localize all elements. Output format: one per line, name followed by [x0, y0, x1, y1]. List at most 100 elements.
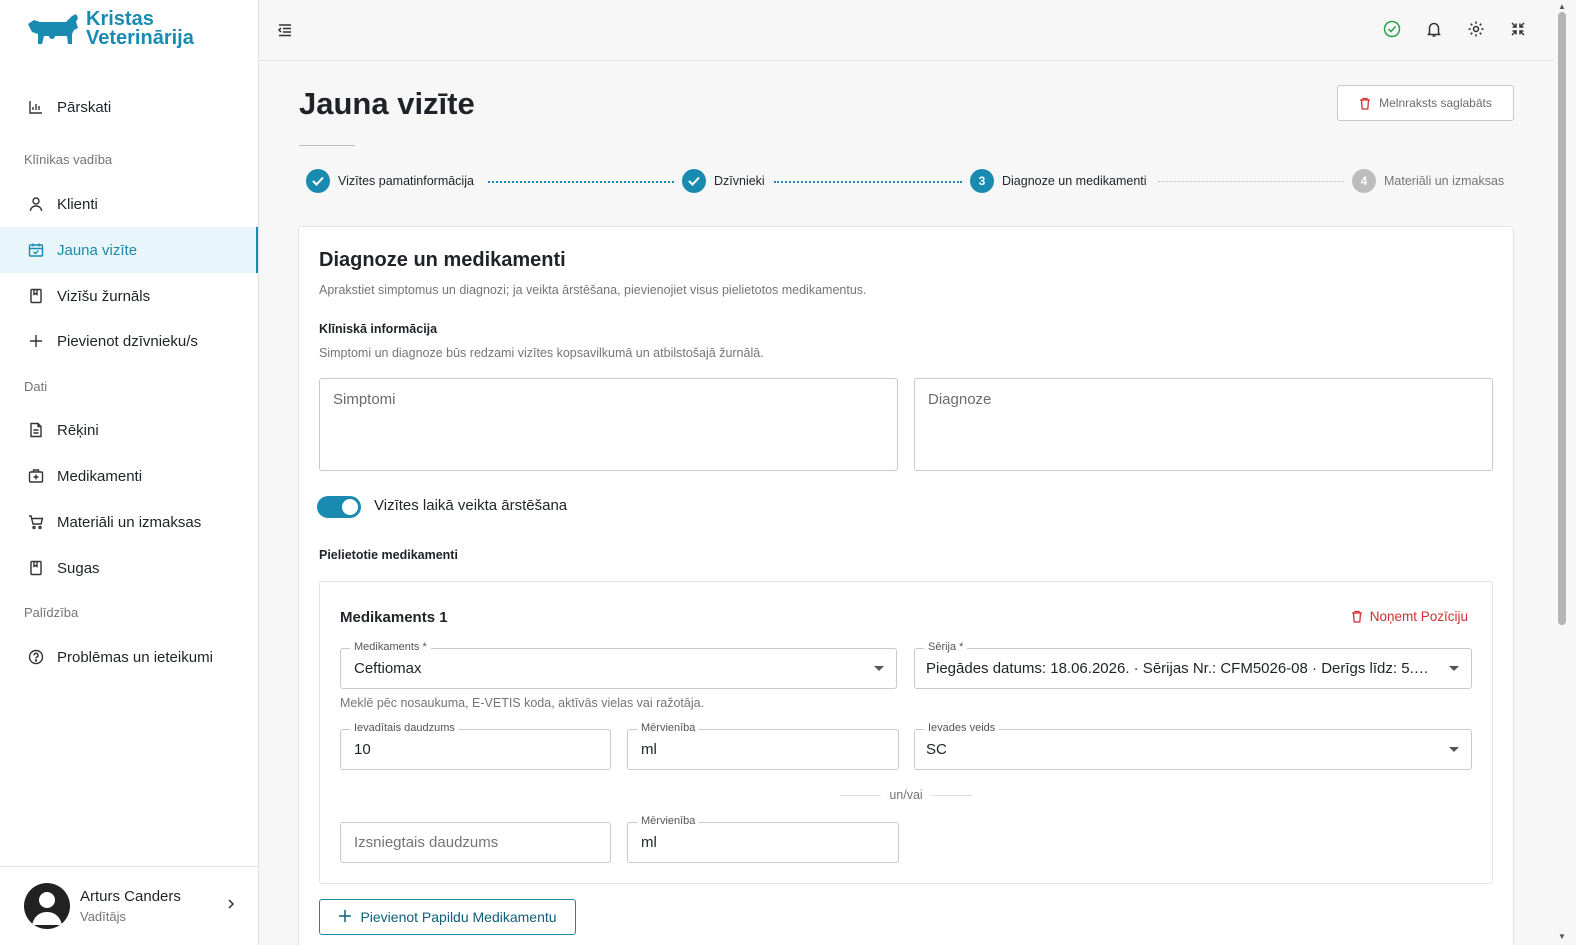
diagnosis-textarea[interactable]: Diagnoze: [914, 378, 1493, 471]
fullscreen-exit-icon[interactable]: [1508, 19, 1528, 39]
remove-medication-label: Noņemt Pozīciju: [1369, 609, 1468, 624]
trash-icon: [1359, 97, 1371, 110]
plus-icon: [338, 908, 352, 926]
dropdown-arrow-icon: [1449, 666, 1459, 671]
medication-select[interactable]: Medikaments * Ceftiomax: [340, 641, 897, 689]
clinical-info-title: Klīniskā informācija: [319, 322, 438, 336]
card-subtitle: Aprakstiet simptomus un diagnozi; ja vei…: [319, 283, 867, 297]
field-value: SC: [926, 741, 947, 758]
page-title: Jauna vizīte: [299, 86, 475, 121]
sidebar-item-clients[interactable]: Klienti: [0, 181, 258, 227]
avatar: [24, 883, 70, 929]
field-label: Mērvienība: [637, 722, 700, 734]
brand-logo[interactable]: Kristas Veterinārija: [26, 9, 194, 48]
check-icon: [682, 169, 706, 193]
sidebar-item-medications[interactable]: Medikamenti: [0, 453, 258, 499]
medication-helper-text: Meklē pēc nosaukuma, E-VETIS koda, aktīv…: [340, 696, 705, 710]
series-select[interactable]: Sērija * Piegādes datums: 18.06.2026. · …: [914, 641, 1472, 689]
scrollbar-thumb[interactable]: [1558, 12, 1566, 625]
step-1[interactable]: Vizītes pamatinformācija: [306, 169, 474, 193]
step-2[interactable]: Dzīvnieki: [682, 169, 765, 193]
unit-input-2[interactable]: Mērvienība ml: [627, 815, 899, 863]
field-value: Ceftiomax: [354, 660, 422, 677]
sidebar-item-label: Materiāli un izmaksas: [57, 513, 202, 531]
dispensed-quantity-input[interactable]: Izsniegtais daudzums: [340, 822, 611, 863]
field-label: Sērija *: [924, 641, 968, 653]
nav-section-data: Dati: [24, 379, 48, 394]
sidebar-item-add-animal[interactable]: Pievienot dzīvnieku/s: [0, 318, 258, 364]
treatment-toggle[interactable]: [317, 496, 361, 518]
step-number: 3: [970, 169, 994, 193]
main-content: Jauna vizīte Melnraksts saglabāts Vizīte…: [259, 61, 1554, 945]
collapse-menu-icon[interactable]: [276, 21, 294, 44]
dropdown-arrow-icon: [874, 666, 884, 671]
sidebar-item-materials[interactable]: Materiāli un izmaksas: [0, 499, 258, 545]
field-value: ml: [641, 834, 657, 851]
gear-icon[interactable]: [1466, 19, 1486, 39]
medication-title: Medikaments 1: [340, 609, 448, 626]
or-separator: un/vai: [840, 788, 973, 802]
or-label: un/vai: [889, 788, 923, 802]
add-medication-label: Pievienot Papildu Medikamentu: [360, 909, 557, 925]
document-icon: [27, 421, 45, 439]
symptoms-placeholder: Simptomi: [333, 391, 396, 408]
remove-medication-button[interactable]: Noņemt Pozīciju: [1351, 609, 1468, 624]
sidebar-item-label: Sugas: [57, 559, 100, 577]
user-icon: [27, 195, 45, 213]
sidebar-item-label: Jauna vizīte: [57, 241, 138, 259]
field-placeholder: Izsniegtais daudzums: [354, 834, 499, 851]
sidebar-item-label: Pārskati: [57, 98, 112, 116]
sidebar: Kristas Veterinārija Pārskati Klīnikas v…: [0, 0, 259, 945]
step-label: Dzīvnieki: [714, 174, 765, 188]
topbar: [259, 0, 1554, 61]
sidebar-item-visit-log[interactable]: Vizīšu žurnāls: [0, 273, 258, 319]
administered-quantity-input[interactable]: Ievadītais daudzums 10: [340, 722, 611, 770]
sidebar-item-new-visit[interactable]: Jauna vizīte: [0, 227, 258, 273]
sidebar-item-invoices[interactable]: Rēķini: [0, 407, 258, 453]
draft-saved-button[interactable]: Melnraksts saglabāts: [1337, 85, 1514, 121]
field-value: Piegādes datums: 18.06.2026. · Sērijas N…: [926, 660, 1433, 677]
sidebar-item-label: Pievienot dzīvnieku/s: [57, 332, 198, 350]
step-4[interactable]: 4 Materiāli un izmaksas: [1352, 169, 1504, 193]
sidebar-item-reports[interactable]: Pārskati: [0, 84, 258, 130]
bell-icon[interactable]: [1424, 19, 1444, 39]
treatment-toggle-label: Vizītes laikā veikta ārstēšana: [374, 497, 568, 514]
step-connector: [488, 181, 674, 183]
field-value: ml: [641, 741, 657, 758]
step-connector: [774, 181, 962, 183]
title-divider: [299, 145, 355, 146]
diagnosis-placeholder: Diagnoze: [928, 391, 992, 408]
field-label: Ievades veids: [924, 722, 1000, 734]
bar-chart-icon: [27, 98, 45, 116]
check-icon: [306, 169, 330, 193]
symptoms-textarea[interactable]: Simptomi: [319, 378, 898, 471]
sidebar-item-label: Problēmas un ieteikumi: [57, 648, 213, 666]
chevron-right-icon: [226, 897, 236, 914]
nav-section-help: Palīdzība: [24, 605, 79, 620]
route-select[interactable]: Ievades veids SC: [914, 722, 1472, 770]
cart-icon: [27, 513, 45, 531]
sidebar-item-label: Klienti: [57, 195, 98, 213]
book-icon: [27, 287, 45, 305]
user-name: Arturs Canders: [80, 888, 181, 905]
step-label: Materiāli un izmaksas: [1384, 174, 1505, 188]
sidebar-item-problems[interactable]: Problēmas un ieteikumi: [0, 634, 258, 680]
animals-logo-icon: [28, 14, 78, 46]
step-label: Vizītes pamatinformācija: [338, 174, 474, 188]
book-icon: [27, 559, 45, 577]
visit-stepper: Vizītes pamatinformācija Dzīvnieki 3 Dia…: [306, 169, 1516, 195]
diagnosis-card: Diagnoze un medikamenti Aprakstiet simpt…: [298, 226, 1514, 945]
unit-input[interactable]: Mērvienība ml: [627, 722, 899, 770]
scroll-up-icon[interactable]: ▲: [1558, 2, 1566, 11]
scroll-down-icon[interactable]: ▼: [1558, 932, 1566, 941]
step-label: Diagnoze un medikamenti: [1002, 174, 1147, 188]
status-ok-icon[interactable]: [1382, 19, 1402, 39]
step-connector: [1158, 181, 1344, 182]
user-profile[interactable]: Arturs Canders Vadītājs: [0, 866, 258, 945]
sidebar-item-species[interactable]: Sugas: [0, 545, 258, 591]
step-3[interactable]: 3 Diagnoze un medikamenti: [970, 169, 1147, 193]
sidebar-item-label: Medikamenti: [57, 467, 143, 485]
field-label: Ievadītais daudzums: [350, 722, 459, 734]
field-label: Mērvienība: [637, 815, 700, 827]
add-medication-button[interactable]: Pievienot Papildu Medikamentu: [319, 899, 576, 935]
